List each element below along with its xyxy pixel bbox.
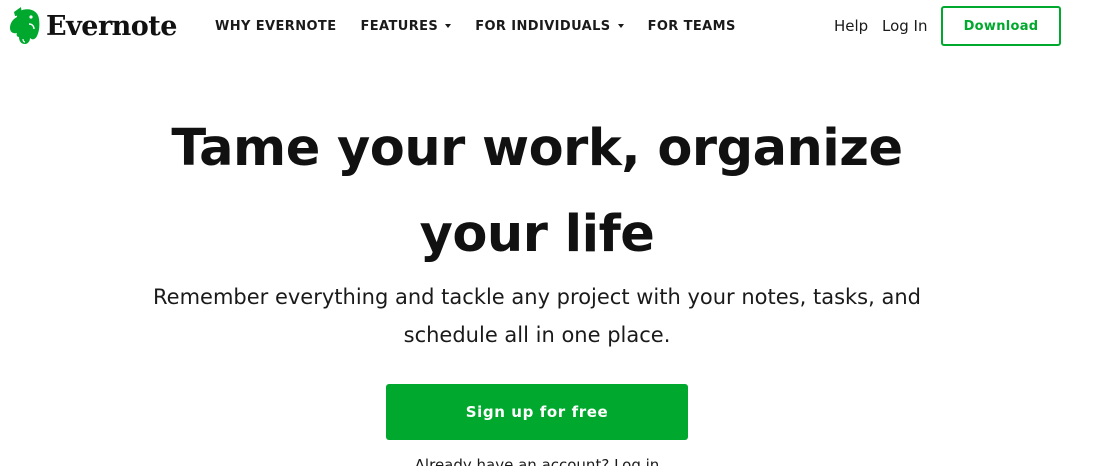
help-link[interactable]: Help (834, 17, 868, 35)
signin-prompt-line: Already have an account? Log in (300, 456, 774, 466)
nav-label: FOR TEAMS (647, 18, 736, 34)
caret-down-icon (617, 24, 624, 28)
evernote-logo[interactable]: Evernote (6, 4, 177, 48)
page: Evernote WHY EVERNOTE FEATURES FOR INDIV… (0, 0, 1102, 466)
nav-label: FOR INDIVIDUALS (475, 18, 611, 34)
nav-for-teams[interactable]: FOR TEAMS (648, 19, 736, 34)
download-button[interactable]: Download (941, 6, 1061, 46)
signin-link[interactable]: Log in (614, 456, 659, 466)
signin-prompt-text: Already have an account? (414, 456, 610, 466)
nav-label: FEATURES (360, 18, 439, 34)
hero-title: Tame your work, organize your life (171, 119, 903, 264)
logo-wordmark: Evernote (46, 10, 177, 42)
caret-down-icon (445, 24, 452, 28)
nav-for-individuals[interactable]: FOR INDIVIDUALS (475, 18, 624, 34)
elephant-icon (10, 7, 40, 44)
nav-label: WHY EVERNOTE (215, 18, 337, 34)
login-link[interactable]: Log In (882, 17, 928, 35)
site-header: Evernote WHY EVERNOTE FEATURES FOR INDIV… (0, 0, 1102, 54)
signup-button[interactable]: Sign up for free (386, 384, 688, 440)
nav-features[interactable]: FEATURES (360, 18, 452, 34)
main-nav: WHY EVERNOTE FEATURES FOR INDIVIDUALS FO… (215, 17, 760, 35)
nav-why-evernote[interactable]: WHY EVERNOTE (215, 19, 336, 34)
hero-subtitle: Remember everything and tackle any proje… (153, 285, 921, 347)
